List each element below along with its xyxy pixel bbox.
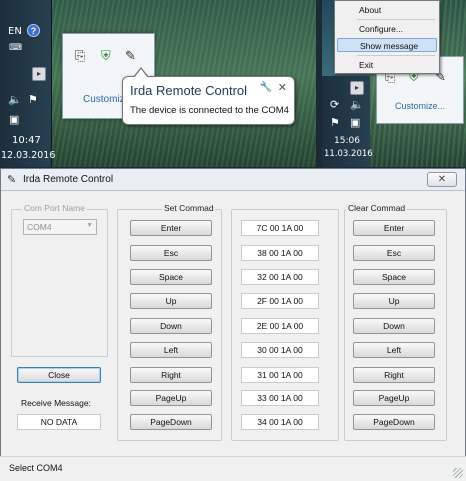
tray-context-menu: About Configure... Show message Exit <box>334 0 440 74</box>
clear-up-button[interactable]: Up <box>353 293 435 309</box>
taskbar-screenshot-left: EN ? ⌨ ▸ 🔈 ⚑ ▣ 10:47 12.03.2016 ⎘ ⛨ ✎ Cu… <box>0 0 316 167</box>
set-pagedown-button[interactable]: PageDown <box>130 414 212 430</box>
code-left: 30 00 1A 00 <box>241 342 319 358</box>
status-text: Select COM4 <box>9 463 63 473</box>
set-left-button[interactable]: Left <box>130 342 212 358</box>
set-enter-button[interactable]: Enter <box>130 220 212 236</box>
network-icon[interactable]: ▣ <box>350 116 360 129</box>
balloon-close-icon[interactable]: ✕ <box>278 81 287 94</box>
clock-time[interactable]: 15:06 <box>334 136 360 146</box>
set-esc-button[interactable]: Esc <box>130 245 212 261</box>
show-hidden-icons-button[interactable]: ▸ <box>350 81 364 95</box>
clear-down-button[interactable]: Down <box>353 318 435 334</box>
menu-item-show-message[interactable]: Show message <box>337 38 437 52</box>
close-button[interactable]: Close <box>17 367 101 383</box>
clear-pageup-button[interactable]: PageUp <box>353 390 435 406</box>
keyboard-icon[interactable]: ⌨ <box>9 43 22 53</box>
receive-message-label: Receive Message: <box>21 398 91 408</box>
taskbar: EN ? ⌨ ▸ 🔈 ⚑ ▣ 10:47 12.03.2016 <box>0 0 55 167</box>
sync-icon[interactable]: ⟳ <box>330 98 339 111</box>
customize-link[interactable]: Customize... <box>395 101 445 111</box>
flag-icon[interactable]: ⚑ <box>330 116 340 129</box>
clear-command-header: Clear Commad <box>346 203 408 213</box>
com-port-value: COM4 <box>27 222 52 232</box>
code-space: 32 00 1A 00 <box>241 269 319 285</box>
menu-separator <box>357 55 435 56</box>
clear-esc-button[interactable]: Esc <box>353 245 435 261</box>
set-command-header: Set Commad <box>162 203 216 213</box>
show-hidden-icons-button[interactable]: ▸ <box>32 67 46 81</box>
customize-link[interactable]: Customiz <box>83 94 125 105</box>
app-icon: ✎ <box>7 174 17 186</box>
set-pageup-button[interactable]: PageUp <box>130 390 212 406</box>
taskbar-screenshot-right: ▸ ⟳ 🔈 ⚑ ▣ 15:06 11.03.2016 ⎘ ⛨ ✎ Customi… <box>322 0 466 167</box>
menu-separator <box>357 19 435 20</box>
irda-remote-icon[interactable]: ✎ <box>125 48 136 64</box>
menu-item-configure[interactable]: Configure... <box>337 22 437 36</box>
help-icon[interactable]: ? <box>27 24 40 37</box>
set-down-button[interactable]: Down <box>130 318 212 334</box>
menu-item-about[interactable]: About <box>337 3 437 17</box>
clock-date[interactable]: 12.03.2016 <box>1 150 55 161</box>
network-icon[interactable]: ▣ <box>9 113 19 126</box>
clear-pagedown-button[interactable]: PageDown <box>353 414 435 430</box>
clear-left-button[interactable]: Left <box>353 342 435 358</box>
set-right-button[interactable]: Right <box>130 367 212 383</box>
code-down: 2E 00 1A 00 <box>241 318 319 334</box>
clear-right-button[interactable]: Right <box>353 367 435 383</box>
volume-icon[interactable]: 🔈 <box>8 93 22 106</box>
security-shield-icon[interactable]: ⛨ <box>101 48 111 64</box>
set-space-button[interactable]: Space <box>130 269 212 285</box>
code-esc: 38 00 1A 00 <box>241 245 319 261</box>
code-right: 31 00 1A 00 <box>241 367 319 383</box>
receive-message-value: NO DATA <box>17 414 101 430</box>
com-port-select: COM4 ▼ <box>23 219 97 235</box>
balloon-message: The device is connected to the COM4 <box>130 105 289 116</box>
usb-device-icon[interactable]: ⎘ <box>75 48 85 64</box>
com-port-label: Com Port Name <box>22 203 87 213</box>
set-up-button[interactable]: Up <box>130 293 212 309</box>
window-title: Irda Remote Control <box>23 174 114 185</box>
code-pagedown: 34 00 1A 00 <box>241 414 319 430</box>
code-pageup: 33 00 1A 00 <box>241 390 319 406</box>
chevron-down-icon: ▼ <box>86 222 93 229</box>
language-indicator[interactable]: EN <box>8 26 22 37</box>
close-window-button[interactable]: ✕ <box>427 172 457 187</box>
taskbar: ▸ ⟳ 🔈 ⚑ ▣ 15:06 11.03.2016 <box>322 76 373 167</box>
notification-balloon[interactable]: Irda Remote Control 🔧 ✕ The device is co… <box>122 67 295 125</box>
volume-icon[interactable]: 🔈 <box>350 98 364 111</box>
resize-grip-icon[interactable] <box>453 468 463 478</box>
clock-time[interactable]: 10:47 <box>12 135 41 146</box>
code-enter: 7C 00 1A 00 <box>241 220 319 236</box>
balloon-title: Irda Remote Control <box>130 83 248 98</box>
flag-icon[interactable]: ⚑ <box>28 93 38 106</box>
clock-date[interactable]: 11.03.2016 <box>324 149 373 159</box>
clear-enter-button[interactable]: Enter <box>353 220 435 236</box>
status-bar: Select COM4 <box>0 456 466 481</box>
title-bar[interactable]: ✎ Irda Remote Control ✕ <box>1 169 465 191</box>
code-up: 2F 00 1A 00 <box>241 293 319 309</box>
settings-wrench-icon[interactable]: 🔧 <box>260 82 272 93</box>
menu-item-exit[interactable]: Exit <box>337 58 437 72</box>
clear-space-button[interactable]: Space <box>353 269 435 285</box>
